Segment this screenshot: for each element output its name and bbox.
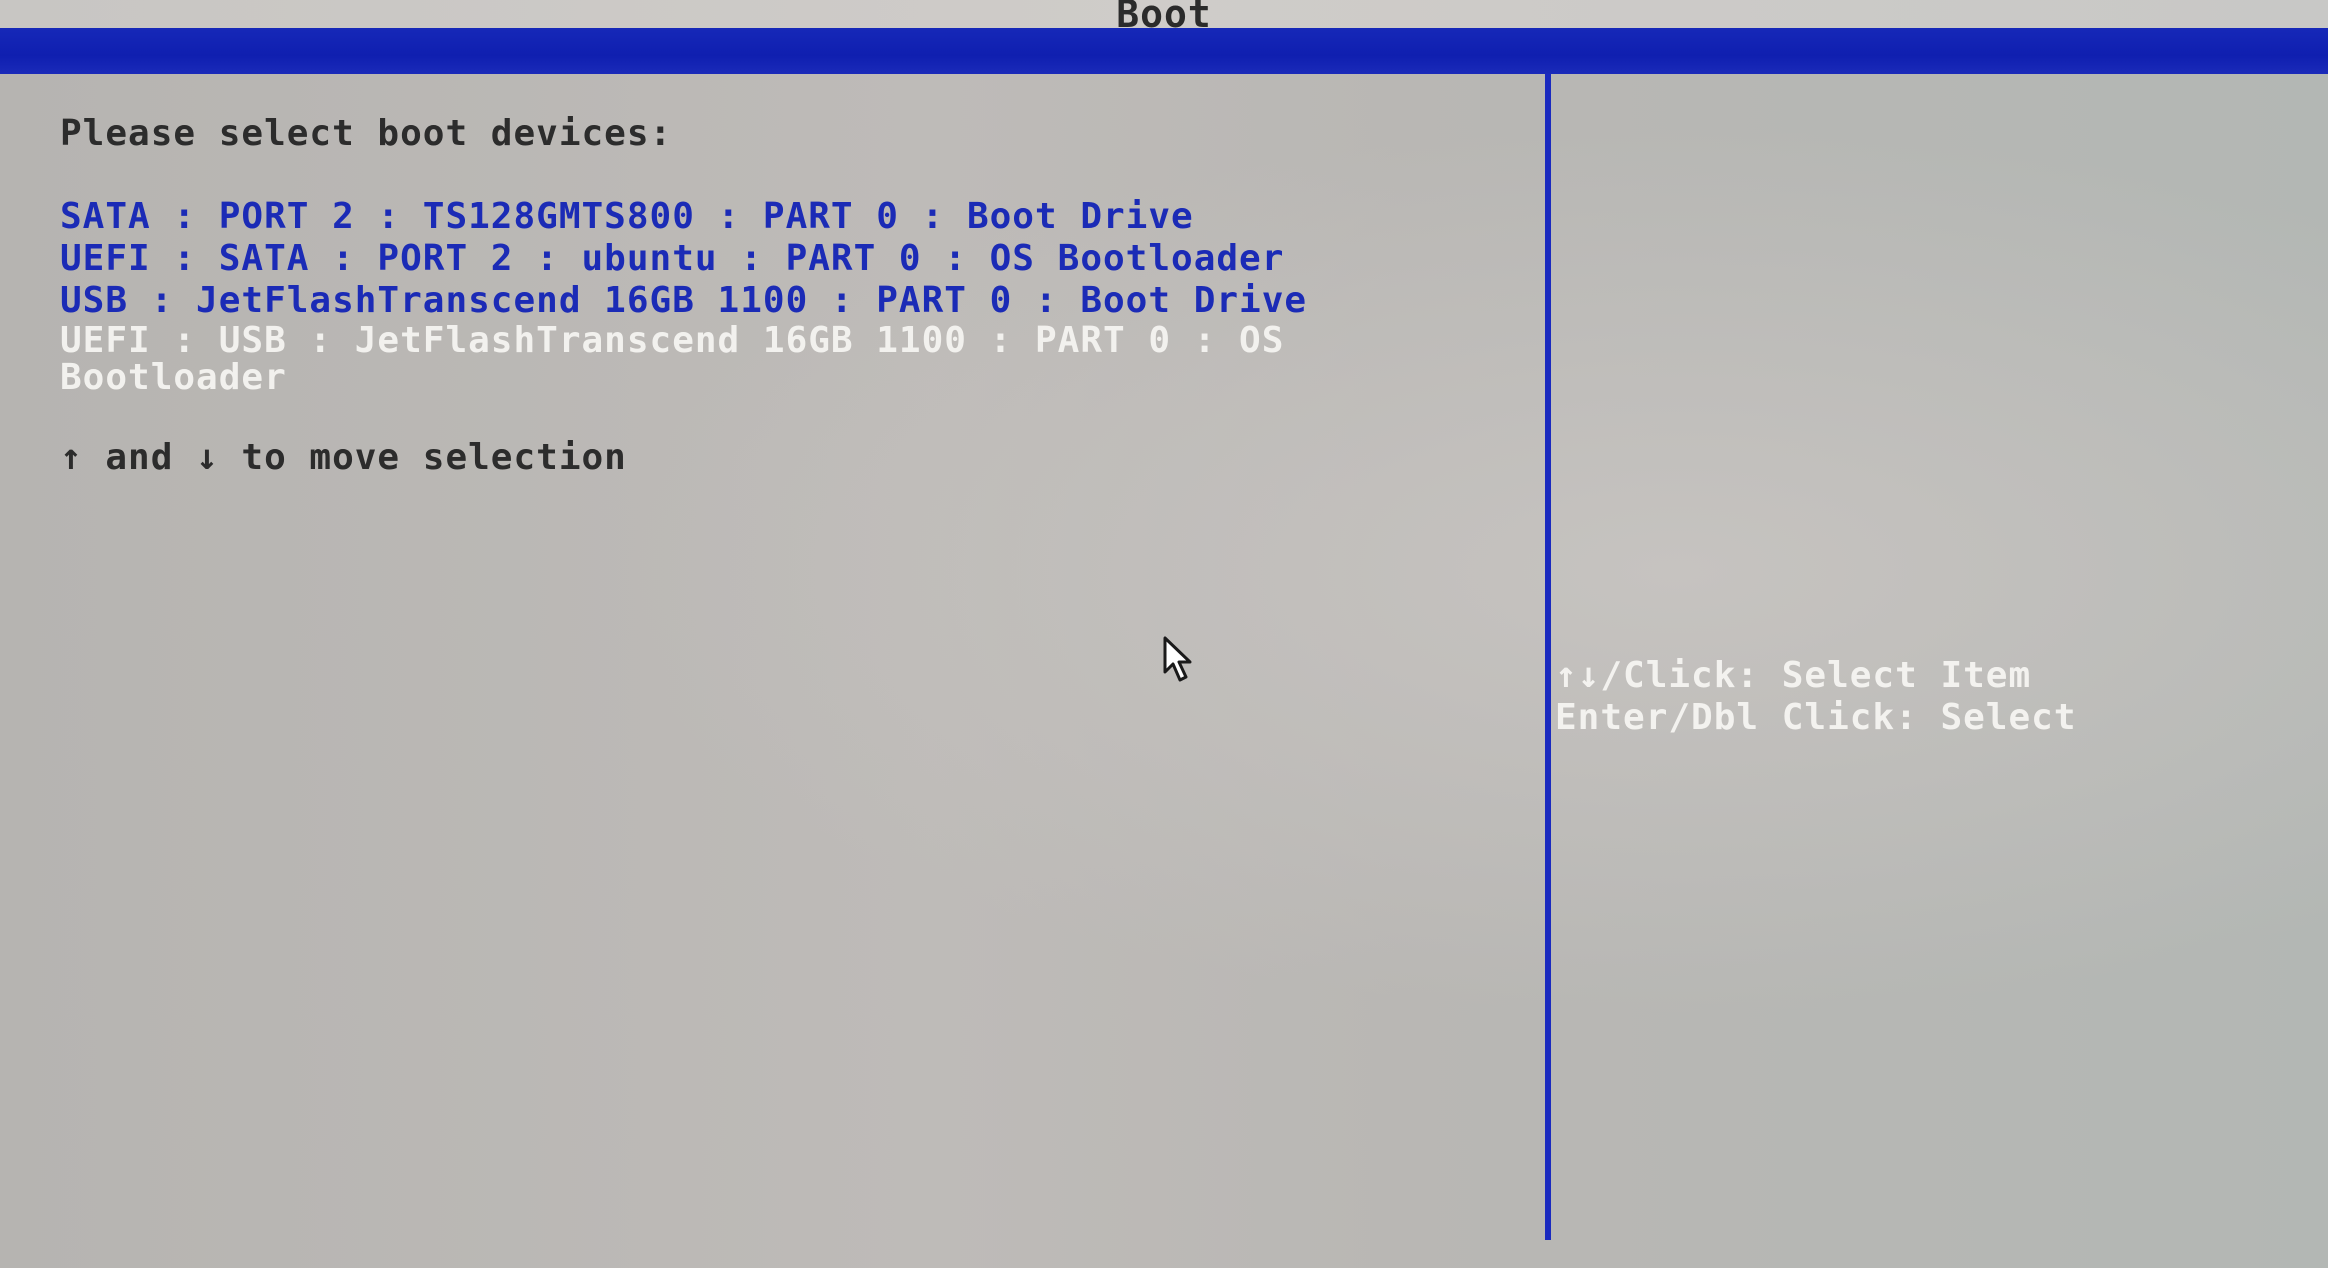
- boot-device-usb-jetflash[interactable]: USB : JetFlashTranscend 16GB 1100 : PART…: [60, 280, 1520, 322]
- help-panel: ↑↓/Click: Select Item Enter/Dbl Click: S…: [1555, 655, 2315, 739]
- boot-device-uefi-usb-jetflash[interactable]: UEFI : USB : JetFlashTranscend 16GB 1100…: [60, 322, 1360, 396]
- help-select-item: ↑↓/Click: Select Item: [1555, 655, 2032, 696]
- boot-device-sata-port2[interactable]: SATA : PORT 2 : TS128GMTS800 : PART 0 : …: [60, 196, 1520, 238]
- header-band: [0, 28, 2328, 74]
- move-selection-hint: ↑ and ↓ to move selection: [60, 437, 627, 478]
- panel-divider: [1545, 74, 1551, 1240]
- title-bar: Boot: [0, 0, 2328, 34]
- boot-menu-panel: Please select boot devices: SATA : PORT …: [60, 112, 1520, 480]
- mouse-pointer-icon: [1163, 636, 1192, 682]
- boot-device-uefi-sata-ubuntu[interactable]: UEFI : SATA : PORT 2 : ubuntu : PART 0 :…: [60, 238, 1520, 280]
- boot-device-list: SATA : PORT 2 : TS128GMTS800 : PART 0 : …: [60, 196, 1520, 396]
- help-select: Enter/Dbl Click: Select: [1555, 697, 2077, 738]
- boot-prompt: Please select boot devices:: [60, 113, 673, 154]
